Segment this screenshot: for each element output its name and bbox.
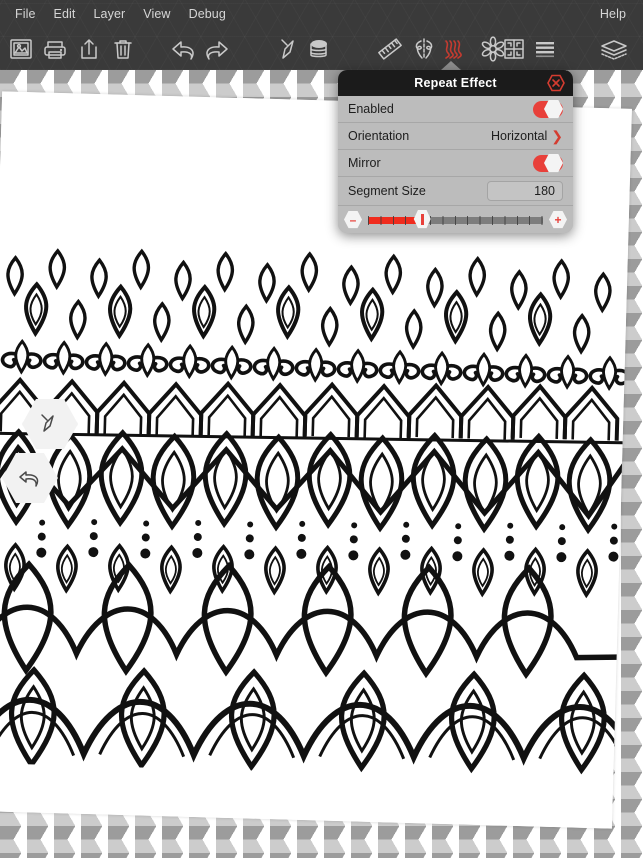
menu-file[interactable]: File bbox=[6, 4, 45, 24]
segment-size-slider-row[interactable]: – + bbox=[338, 206, 573, 233]
row-orientation[interactable]: Orientation Horizontal ❯ bbox=[338, 123, 573, 150]
ruler-icon[interactable] bbox=[373, 32, 407, 66]
slider-track bbox=[368, 216, 543, 224]
slider-fill bbox=[368, 216, 421, 224]
pen-icon bbox=[41, 414, 54, 432]
dialog-title: Repeat Effect bbox=[414, 76, 497, 90]
menu-help[interactable]: Help bbox=[591, 4, 635, 24]
lines-icon[interactable] bbox=[528, 32, 562, 66]
layers-stack-icon[interactable] bbox=[597, 32, 631, 66]
orientation-label: Orientation bbox=[348, 129, 410, 143]
row-segment-size[interactable]: Segment Size 180 bbox=[338, 177, 573, 206]
segment-size-slider[interactable] bbox=[368, 209, 543, 229]
redo-icon[interactable] bbox=[200, 32, 234, 66]
increment-button[interactable]: + bbox=[549, 210, 567, 229]
menu-debug[interactable]: Debug bbox=[180, 4, 235, 24]
decrement-button[interactable]: – bbox=[344, 210, 362, 229]
menu-layer[interactable]: Layer bbox=[85, 4, 135, 24]
app-chrome: File Edit Layer View Debug Help bbox=[0, 0, 643, 70]
printer-icon[interactable] bbox=[38, 32, 72, 66]
menu-view[interactable]: View bbox=[134, 4, 179, 24]
share-export-icon[interactable] bbox=[72, 32, 106, 66]
toolbar bbox=[0, 28, 643, 70]
chevron-right-icon[interactable]: ❯ bbox=[551, 129, 563, 143]
undo-icon bbox=[19, 471, 39, 487]
segment-size-label: Segment Size bbox=[348, 184, 426, 198]
segment-size-input[interactable]: 180 bbox=[487, 181, 563, 201]
grid-icon[interactable] bbox=[497, 32, 531, 66]
undo-hex-button[interactable] bbox=[2, 452, 58, 504]
menu-edit[interactable]: Edit bbox=[45, 4, 85, 24]
pen-tool-icon[interactable] bbox=[271, 32, 305, 66]
symmetry-icon[interactable] bbox=[407, 32, 441, 66]
row-mirror[interactable]: Mirror bbox=[338, 150, 573, 177]
toggle-knob bbox=[544, 153, 563, 173]
menubar: File Edit Layer View Debug Help bbox=[0, 0, 643, 28]
pen-tool-hex-button[interactable] bbox=[22, 398, 78, 450]
mirror-toggle[interactable] bbox=[533, 153, 563, 173]
repeat-effect-dialog[interactable]: Repeat Effect Enabled Orientation Horizo… bbox=[338, 70, 573, 233]
row-enabled[interactable]: Enabled bbox=[338, 96, 573, 123]
plus-icon: + bbox=[554, 212, 562, 227]
orientation-value: Horizontal bbox=[490, 129, 548, 143]
enabled-toggle[interactable] bbox=[533, 99, 563, 119]
minus-icon: – bbox=[349, 212, 357, 227]
slider-thumb[interactable] bbox=[413, 209, 431, 229]
dialog-header: Repeat Effect bbox=[338, 70, 573, 96]
mirror-label: Mirror bbox=[348, 156, 381, 170]
ink-bucket-icon[interactable] bbox=[302, 32, 336, 66]
undo-icon[interactable] bbox=[166, 32, 200, 66]
close-icon[interactable] bbox=[547, 74, 565, 92]
toggle-knob bbox=[544, 99, 563, 119]
trash-icon[interactable] bbox=[106, 32, 140, 66]
enabled-label: Enabled bbox=[348, 102, 394, 116]
active-tool-indicator bbox=[441, 61, 461, 70]
image-frame-icon[interactable] bbox=[4, 32, 38, 66]
